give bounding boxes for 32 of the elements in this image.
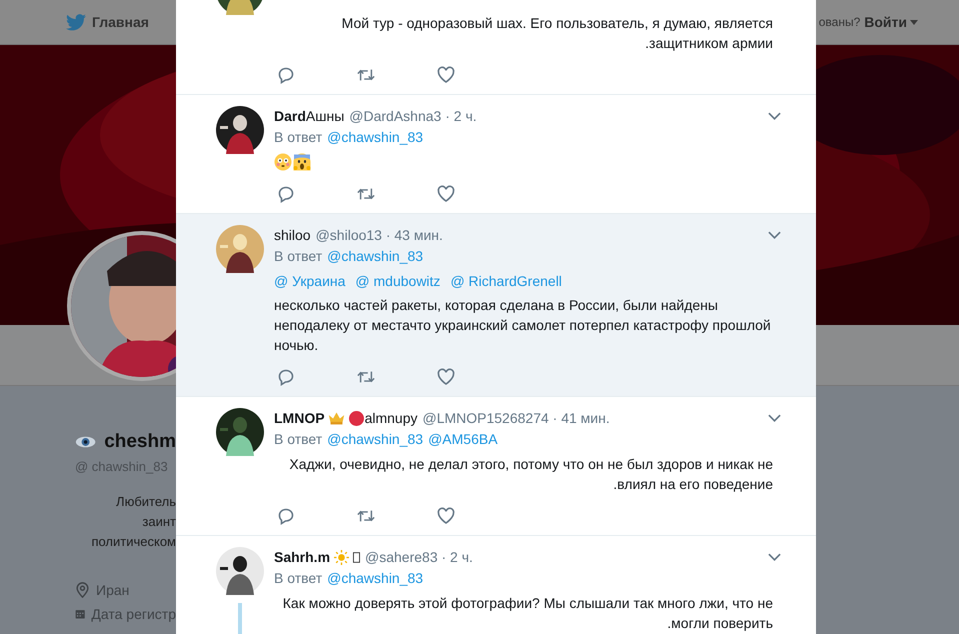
eye-icon xyxy=(75,435,96,449)
profile-name: cheshm xyxy=(104,431,176,453)
tweet-text: Хаджи, очевидно, не делал этого, потому что он не был здоров и никак не .влиял на его поведение xyxy=(288,455,774,494)
heart-icon[interactable] xyxy=(437,507,455,525)
bio-text: Любитель xyxy=(116,493,176,511)
login-prompt: ованы? xyxy=(818,15,860,29)
crown-icon xyxy=(328,410,345,426)
tweet-text: Как можно доверять этой фотографии? Мы слышали так много лжи, что не .могли поверить xyxy=(282,594,774,633)
location-text: Иран xyxy=(96,582,130,598)
handle-and-time: @LMNOP15268274 · 41 мин. xyxy=(422,410,610,426)
login-button[interactable]: Войти xyxy=(864,14,918,30)
reply-label: В ответ xyxy=(274,570,322,586)
location-pin-icon xyxy=(75,582,90,598)
heart-icon[interactable] xyxy=(437,368,455,386)
handle-and-time: @sahere83 · 2 ч. xyxy=(365,549,473,565)
display-name[interactable]: Sahrh.m xyxy=(274,549,330,565)
display-name[interactable]: LMNOP xyxy=(274,410,325,426)
reply-label: В ответ xyxy=(274,431,322,447)
reply-icon[interactable] xyxy=(277,368,295,386)
sun-icon xyxy=(333,550,350,564)
join-date-text: Дата регистр xyxy=(91,606,176,622)
bio-text: заинт xyxy=(142,513,176,531)
missing-glyph-icon xyxy=(353,552,360,562)
display-name[interactable]: almnupy xyxy=(364,410,418,426)
chevron-down-icon[interactable] xyxy=(768,414,781,422)
chevron-down-icon[interactable] xyxy=(768,553,781,561)
tweet-text: Мой тур - одноразовый шах. Его пользователь, я думаю, является .защитником армии xyxy=(340,14,774,53)
dot-icon xyxy=(348,410,365,426)
nav-link[interactable]: Главная xyxy=(92,14,149,30)
bio-text: политическом xyxy=(91,533,176,551)
caret-icon xyxy=(910,20,918,24)
reply-icon[interactable] xyxy=(277,507,295,525)
